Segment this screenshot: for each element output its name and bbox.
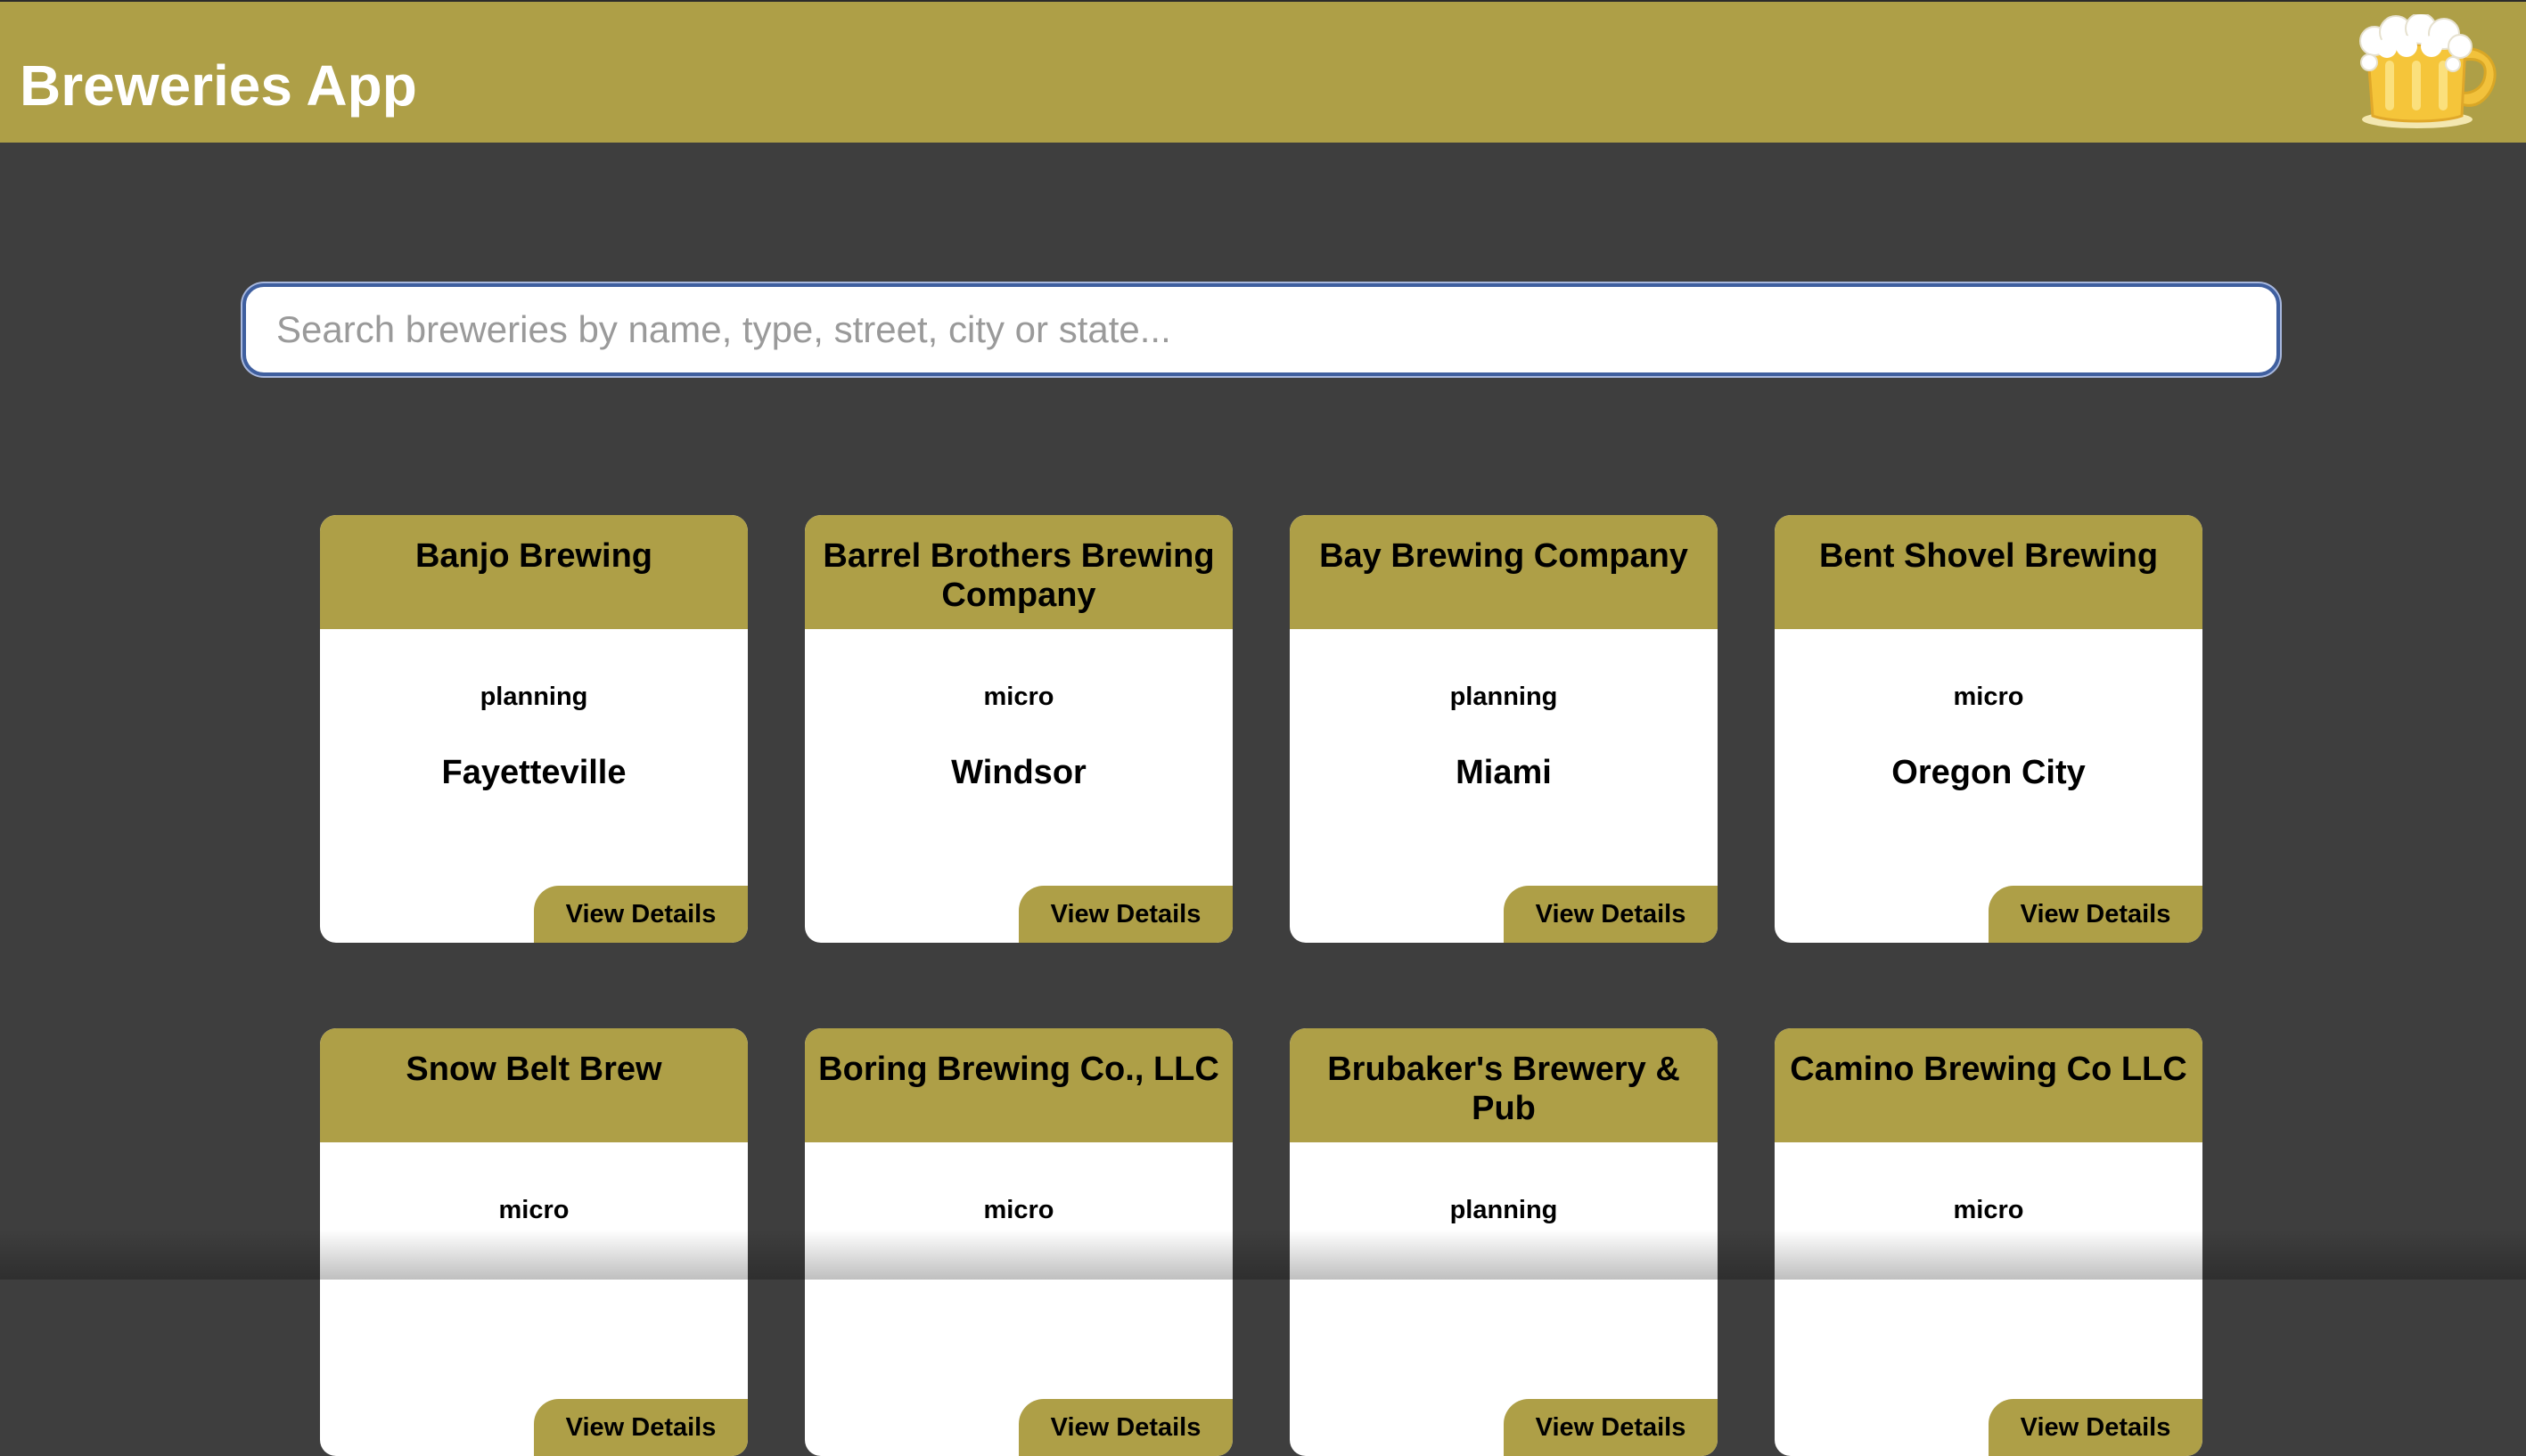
brewery-type: micro xyxy=(498,1196,570,1224)
view-details-button[interactable]: View Details xyxy=(1019,1399,1233,1456)
brewery-type: micro xyxy=(1953,683,2024,711)
brewery-name: Bay Brewing Company xyxy=(1319,537,1688,575)
brewery-card: Barrel Brothers Brewing Company micro Wi… xyxy=(805,515,1233,943)
brewery-name: Bent Shovel Brewing xyxy=(1818,537,2159,575)
brewery-card: Camino Brewing Co LLC micro View Details xyxy=(1775,1028,2202,1456)
view-details-button[interactable]: View Details xyxy=(1989,1399,2202,1456)
brewery-card: Snow Belt Brew micro View Details xyxy=(320,1028,748,1456)
search-input[interactable] xyxy=(242,283,2280,376)
brewery-card-header: Banjo Brewing xyxy=(320,515,748,629)
brewery-card-header: Brubaker's Brewery & Pub xyxy=(1290,1028,1718,1142)
brewery-card-header: Camino Brewing Co LLC xyxy=(1775,1028,2202,1142)
brewery-card-header: Bent Shovel Brewing xyxy=(1775,515,2202,629)
brewery-card: Brubaker's Brewery & Pub planning View D… xyxy=(1290,1028,1718,1456)
brewery-city: Oregon City xyxy=(1891,754,2086,791)
view-details-button[interactable]: View Details xyxy=(1504,1399,1718,1456)
view-details-button[interactable]: View Details xyxy=(1989,886,2202,943)
brewery-card: Bay Brewing Company planning Miami View … xyxy=(1290,515,1718,943)
brewery-name: Camino Brewing Co LLC xyxy=(1790,1051,2187,1088)
brewery-card-header: Snow Belt Brew xyxy=(320,1028,748,1142)
view-details-button[interactable]: View Details xyxy=(534,886,748,943)
brewery-card-header: Boring Brewing Co., LLC xyxy=(805,1028,1233,1142)
brewery-card: Boring Brewing Co., LLC micro View Detai… xyxy=(805,1028,1233,1456)
brewery-card-header: Barrel Brothers Brewing Company xyxy=(805,515,1233,629)
search-bar xyxy=(242,283,2280,376)
brewery-city: Fayetteville xyxy=(441,754,627,791)
brewery-city: Miami xyxy=(1456,754,1552,791)
brewery-name: Barrel Brothers Brewing Company xyxy=(823,537,1215,614)
brewery-type: micro xyxy=(1953,1196,2024,1224)
brewery-name: Boring Brewing Co., LLC xyxy=(818,1051,1219,1088)
view-details-button[interactable]: View Details xyxy=(1019,886,1233,943)
brewery-type: planning xyxy=(1449,683,1558,711)
app-title: Breweries App xyxy=(20,53,417,118)
brewery-type: planning xyxy=(1449,1196,1558,1224)
brewery-type: micro xyxy=(983,1196,1054,1224)
view-details-button[interactable]: View Details xyxy=(534,1399,748,1456)
beer-mug-icon[interactable] xyxy=(2353,14,2505,132)
brewery-card: Banjo Brewing planning Fayetteville View… xyxy=(320,515,748,943)
brewery-name: Brubaker's Brewery & Pub xyxy=(1327,1051,1680,1127)
app-header: Breweries App xyxy=(0,0,2526,143)
brewery-name: Banjo Brewing xyxy=(414,537,653,575)
brewery-card: Bent Shovel Brewing micro Oregon City Vi… xyxy=(1775,515,2202,943)
brewery-type: micro xyxy=(983,683,1054,711)
brewery-card-header: Bay Brewing Company xyxy=(1290,515,1718,629)
view-details-button[interactable]: View Details xyxy=(1504,886,1718,943)
brewery-grid: Banjo Brewing planning Fayetteville View… xyxy=(320,515,2202,1456)
brewery-name: Snow Belt Brew xyxy=(406,1051,662,1088)
brewery-city: Windsor xyxy=(951,754,1087,791)
brewery-type: planning xyxy=(480,683,588,711)
